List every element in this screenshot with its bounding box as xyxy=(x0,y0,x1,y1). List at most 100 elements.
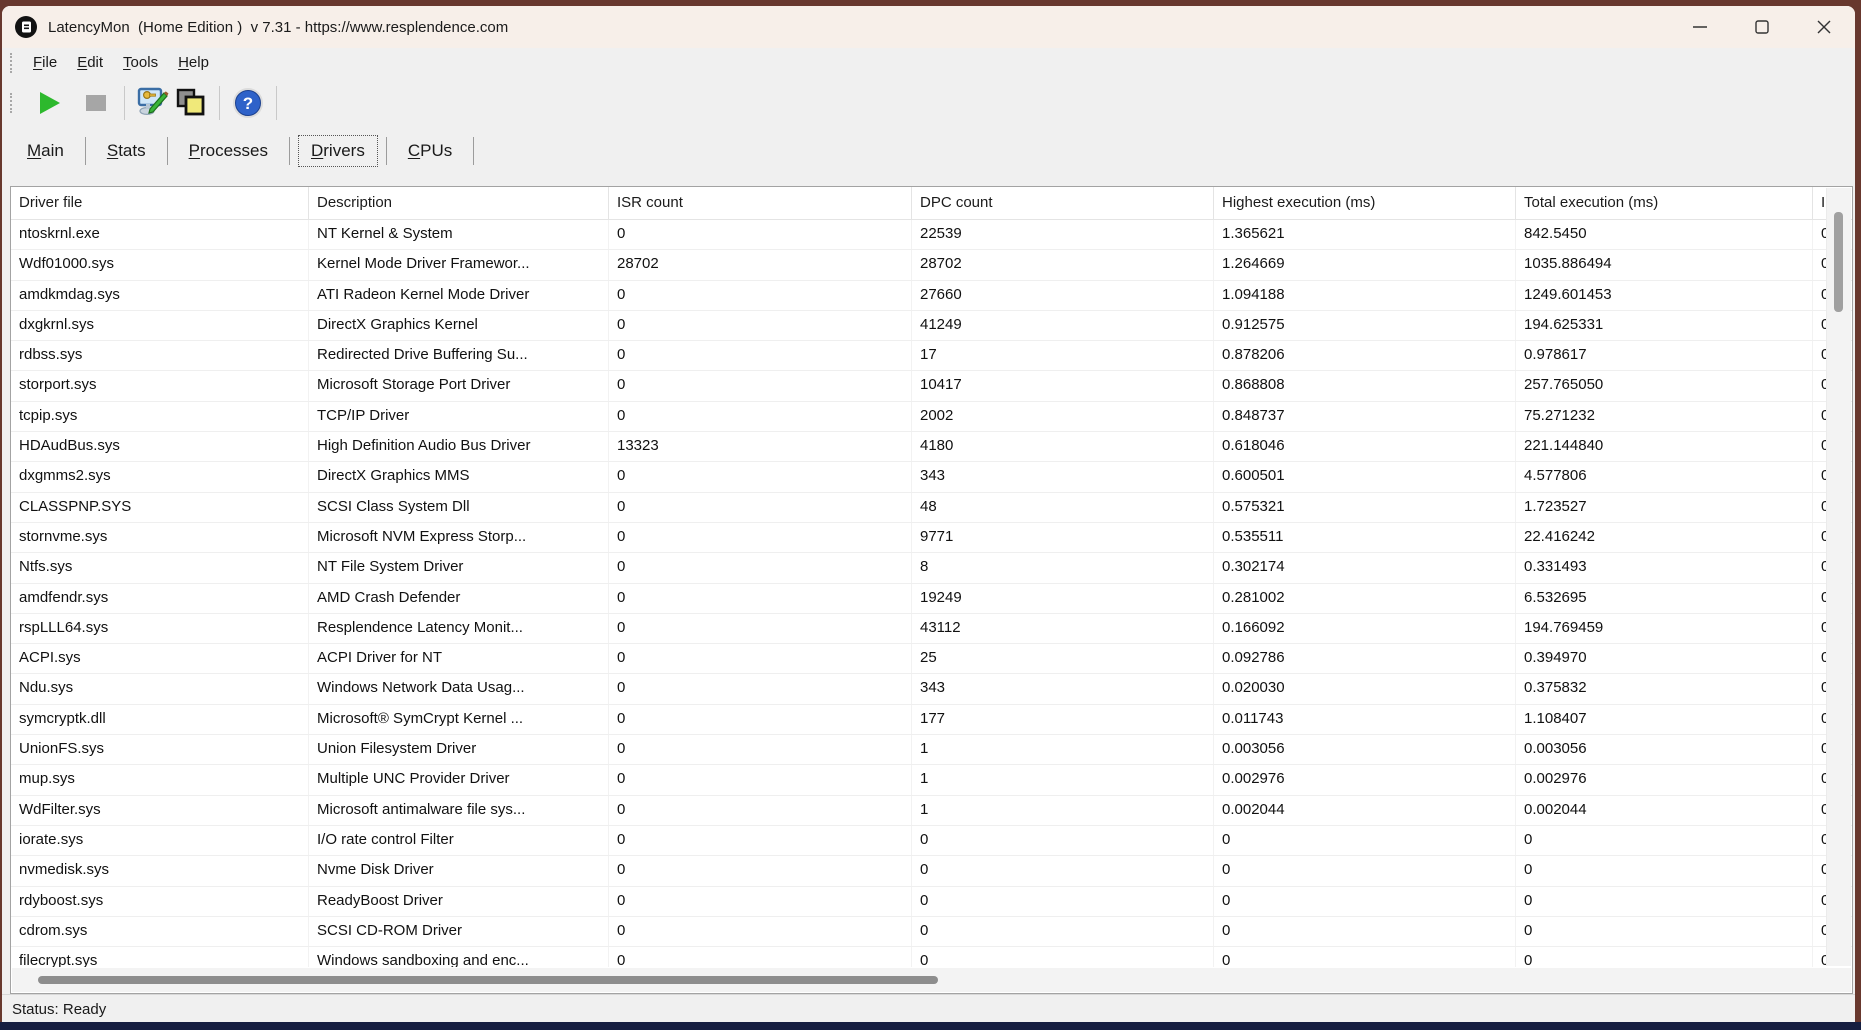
tab-separator xyxy=(473,137,474,165)
table-cell: 25 xyxy=(912,644,1214,673)
table-cell: 1.723527 xyxy=(1516,493,1813,522)
table-cell: Ndu.sys xyxy=(11,674,309,703)
table-row[interactable]: rdbss.sysRedirected Drive Buffering Su..… xyxy=(11,341,1852,371)
help-button[interactable]: ? xyxy=(229,84,267,122)
tab-stats[interactable]: Stats xyxy=(94,135,159,167)
table-cell: 0 xyxy=(609,523,912,552)
table-row[interactable]: Wdf01000.sysKernel Mode Driver Framewor.… xyxy=(11,250,1852,280)
table-cell: 0 xyxy=(1214,826,1516,855)
table-row[interactable]: storport.sysMicrosoft Storage Port Drive… xyxy=(11,371,1852,401)
table-row[interactable]: ACPI.sysACPI Driver for NT0250.0927860.3… xyxy=(11,644,1852,674)
table-cell: 0 xyxy=(609,584,912,613)
menu-file[interactable]: File xyxy=(23,52,67,73)
table-row[interactable]: HDAudBus.sysHigh Definition Audio Bus Dr… xyxy=(11,432,1852,462)
column-header-isr-count[interactable]: ISR count xyxy=(609,187,912,219)
table-cell: 0 xyxy=(609,826,912,855)
table-cell: 13323 xyxy=(609,432,912,461)
table-row[interactable]: symcryptk.dllMicrosoft® SymCrypt Kernel … xyxy=(11,705,1852,735)
stop-button[interactable] xyxy=(77,84,115,122)
table-row[interactable]: amdkmdag.sysATI Radeon Kernel Mode Drive… xyxy=(11,281,1852,311)
vertical-scrollbar[interactable] xyxy=(1826,188,1851,966)
table-row[interactable]: stornvme.sysMicrosoft NVM Express Storp.… xyxy=(11,523,1852,553)
table-cell: 22.416242 xyxy=(1516,523,1813,552)
table-cell: 0 xyxy=(1516,887,1813,916)
close-icon xyxy=(1816,19,1832,35)
table-cell: 8 xyxy=(912,553,1214,582)
table-row[interactable]: iorate.sysI/O rate control Filter00000 xyxy=(11,826,1852,856)
table-row[interactable]: ntoskrnl.exeNT Kernel & System0225391.36… xyxy=(11,220,1852,250)
horizontal-scrollbar-thumb[interactable] xyxy=(38,976,938,984)
table-row[interactable]: amdfendr.sysAMD Crash Defender0192490.28… xyxy=(11,584,1852,614)
table-cell: rspLLL64.sys xyxy=(11,614,309,643)
table-cell: 0.600501 xyxy=(1214,462,1516,491)
table-cell: 0.978617 xyxy=(1516,341,1813,370)
table-row[interactable]: rdyboost.sysReadyBoost Driver00000 xyxy=(11,887,1852,917)
table-cell: 4.577806 xyxy=(1516,462,1813,491)
table-cell: 4180 xyxy=(912,432,1214,461)
table-cell: nvmedisk.sys xyxy=(11,856,309,885)
table-row[interactable]: CLASSPNP.SYSSCSI Class System Dll0480.57… xyxy=(11,493,1852,523)
table-cell: filecrypt.sys xyxy=(11,947,309,967)
tab-main[interactable]: Main xyxy=(14,135,77,167)
table-cell: I/O rate control Filter xyxy=(309,826,609,855)
table-cell: 17 xyxy=(912,341,1214,370)
column-header-highest-execution-ms[interactable]: Highest execution (ms) xyxy=(1214,187,1516,219)
toolbar-separator xyxy=(124,86,125,120)
table-row[interactable]: cdrom.sysSCSI CD-ROM Driver00000 xyxy=(11,917,1852,947)
status-bar: Status: Ready xyxy=(2,994,1855,1024)
column-header-driver-file[interactable]: Driver file xyxy=(11,187,309,219)
table-cell: 0.002976 xyxy=(1214,765,1516,794)
table-row[interactable]: mup.sysMultiple UNC Provider Driver010.0… xyxy=(11,765,1852,795)
copy-report-button[interactable] xyxy=(172,84,210,122)
table-row[interactable]: WdFilter.sysMicrosoft antimalware file s… xyxy=(11,796,1852,826)
table-cell: mup.sys xyxy=(11,765,309,794)
table-cell: 0.011743 xyxy=(1214,705,1516,734)
table-cell: 0 xyxy=(1516,826,1813,855)
table-cell: 9771 xyxy=(912,523,1214,552)
column-header-dpc-count[interactable]: DPC count xyxy=(912,187,1214,219)
window-title: LatencyMon (Home Edition ) v 7.31 - http… xyxy=(48,19,508,36)
options-button[interactable] xyxy=(134,84,172,122)
table-row[interactable]: rspLLL64.sysResplendence Latency Monit..… xyxy=(11,614,1852,644)
table-row[interactable]: Ntfs.sysNT File System Driver080.3021740… xyxy=(11,553,1852,583)
tab-drivers[interactable]: Drivers xyxy=(298,135,378,167)
table-row[interactable]: dxgmms2.sysDirectX Graphics MMS03430.600… xyxy=(11,462,1852,492)
table-cell: rdbss.sys xyxy=(11,341,309,370)
menu-help[interactable]: Help xyxy=(168,52,219,73)
table-cell: Multiple UNC Provider Driver xyxy=(309,765,609,794)
menu-tools[interactable]: Tools xyxy=(113,52,168,73)
table-row[interactable]: nvmedisk.sysNvme Disk Driver00000 xyxy=(11,856,1852,886)
horizontal-scrollbar[interactable] xyxy=(12,968,1851,992)
table-cell: 0.375832 xyxy=(1516,674,1813,703)
menu-edit[interactable]: Edit xyxy=(67,52,113,73)
table-cell: Windows Network Data Usag... xyxy=(309,674,609,703)
table-row[interactable]: filecrypt.sysWindows sandboxing and enc.… xyxy=(11,947,1852,967)
table-row[interactable]: tcpip.sysTCP/IP Driver020020.84873775.27… xyxy=(11,402,1852,432)
table-cell: Microsoft NVM Express Storp... xyxy=(309,523,609,552)
minimize-button[interactable] xyxy=(1669,6,1731,48)
table-cell: 0 xyxy=(1214,856,1516,885)
table-cell: SCSI CD-ROM Driver xyxy=(309,917,609,946)
menu-gripper[interactable] xyxy=(10,53,15,73)
table-cell: amdkmdag.sys xyxy=(11,281,309,310)
table-cell: 0 xyxy=(609,917,912,946)
toolbar-separator xyxy=(219,86,220,120)
run-button[interactable] xyxy=(31,84,69,122)
table-cell: 0 xyxy=(609,371,912,400)
table-row[interactable]: Ndu.sysWindows Network Data Usag...03430… xyxy=(11,674,1852,704)
tab-processes[interactable]: Processes xyxy=(176,135,281,167)
table-row[interactable]: UnionFS.sysUnion Filesystem Driver010.00… xyxy=(11,735,1852,765)
maximize-button[interactable] xyxy=(1731,6,1793,48)
table-cell: ACPI Driver for NT xyxy=(309,644,609,673)
close-button[interactable] xyxy=(1793,6,1855,48)
column-header-total-execution-ms[interactable]: Total execution (ms) xyxy=(1516,187,1813,219)
table-cell: 0 xyxy=(912,856,1214,885)
table-cell: ACPI.sys xyxy=(11,644,309,673)
table-cell: 0 xyxy=(609,856,912,885)
toolbar-gripper[interactable] xyxy=(10,93,15,113)
column-header-description[interactable]: Description xyxy=(309,187,609,219)
tab-cpus[interactable]: CPUs xyxy=(395,135,465,167)
vertical-scrollbar-thumb[interactable] xyxy=(1834,212,1843,312)
table-cell: 0 xyxy=(609,644,912,673)
table-row[interactable]: dxgkrnl.sysDirectX Graphics Kernel041249… xyxy=(11,311,1852,341)
